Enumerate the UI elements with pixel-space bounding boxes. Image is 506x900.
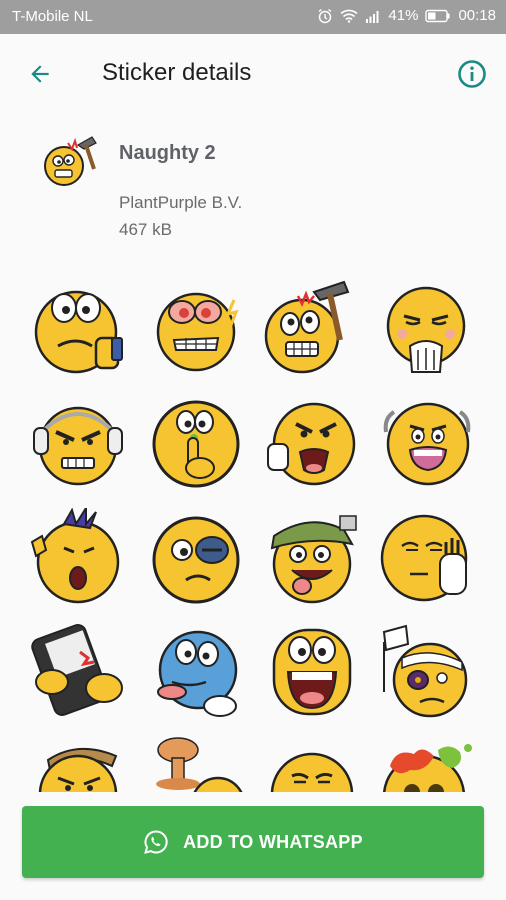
- info-icon: [458, 60, 486, 88]
- signal-icon: [365, 9, 381, 23]
- page-title: Sticker details: [102, 59, 252, 86]
- arrow-back-icon: [31, 65, 49, 83]
- sticker-giggle-hand[interactable]: [376, 280, 476, 380]
- bottom-bar: ADD TO WHATSAPP: [0, 792, 506, 900]
- sticker-nose-pick[interactable]: [146, 394, 246, 494]
- sticker-bird-nest[interactable]: [28, 736, 128, 792]
- battery-percent: 41%: [388, 7, 419, 24]
- pack-tray-icon: [40, 133, 104, 189]
- sticker-bandaged-flag[interactable]: [376, 622, 476, 722]
- back-button[interactable]: [22, 56, 58, 92]
- battery-icon: [425, 9, 451, 23]
- sticker-grid: [0, 270, 506, 792]
- wifi-icon: [340, 9, 358, 23]
- toolbar: Sticker details: [0, 34, 506, 114]
- sticker-angry-shout[interactable]: [262, 394, 362, 494]
- sticker-blue-tongue[interactable]: [146, 622, 246, 722]
- pack-publisher: PlantPurple B.V.: [119, 193, 243, 212]
- whatsapp-icon: [144, 830, 168, 854]
- sticker-talk-to-hand[interactable]: [376, 508, 476, 608]
- sticker-big-mouth[interactable]: [262, 622, 362, 722]
- sticker-black-eye[interactable]: [146, 508, 246, 608]
- pack-size: 467 kB: [119, 220, 172, 239]
- sticker-nuclear-cloud[interactable]: [146, 736, 246, 792]
- sticker-old-man-yell[interactable]: [376, 394, 476, 494]
- sticker-cap-tongue[interactable]: [262, 508, 362, 608]
- sticker-angry-red-eyes[interactable]: [146, 280, 246, 380]
- sticker-grumpy[interactable]: [262, 736, 362, 792]
- status-bar: T-Mobile NL 41% 00:18: [0, 0, 506, 34]
- pack-name: Naughty 2: [119, 142, 216, 164]
- info-button[interactable]: [454, 56, 490, 92]
- carrier-label: T-Mobile NL: [12, 8, 93, 25]
- add-button-label: ADD TO WHATSAPP: [183, 831, 363, 852]
- sticker-phone-smash[interactable]: [28, 622, 128, 722]
- sticker-paint-splat[interactable]: [376, 736, 476, 792]
- sticker-headphones-angry[interactable]: [28, 394, 128, 494]
- sticker-hammer-head[interactable]: [258, 280, 358, 380]
- alarm-icon: [317, 8, 333, 24]
- clock: 00:18: [458, 7, 496, 24]
- sticker-punk-rocker[interactable]: [28, 508, 128, 608]
- add-to-whatsapp-button[interactable]: ADD TO WHATSAPP: [22, 806, 484, 878]
- sticker-thumbs-down-frown[interactable]: [28, 280, 128, 380]
